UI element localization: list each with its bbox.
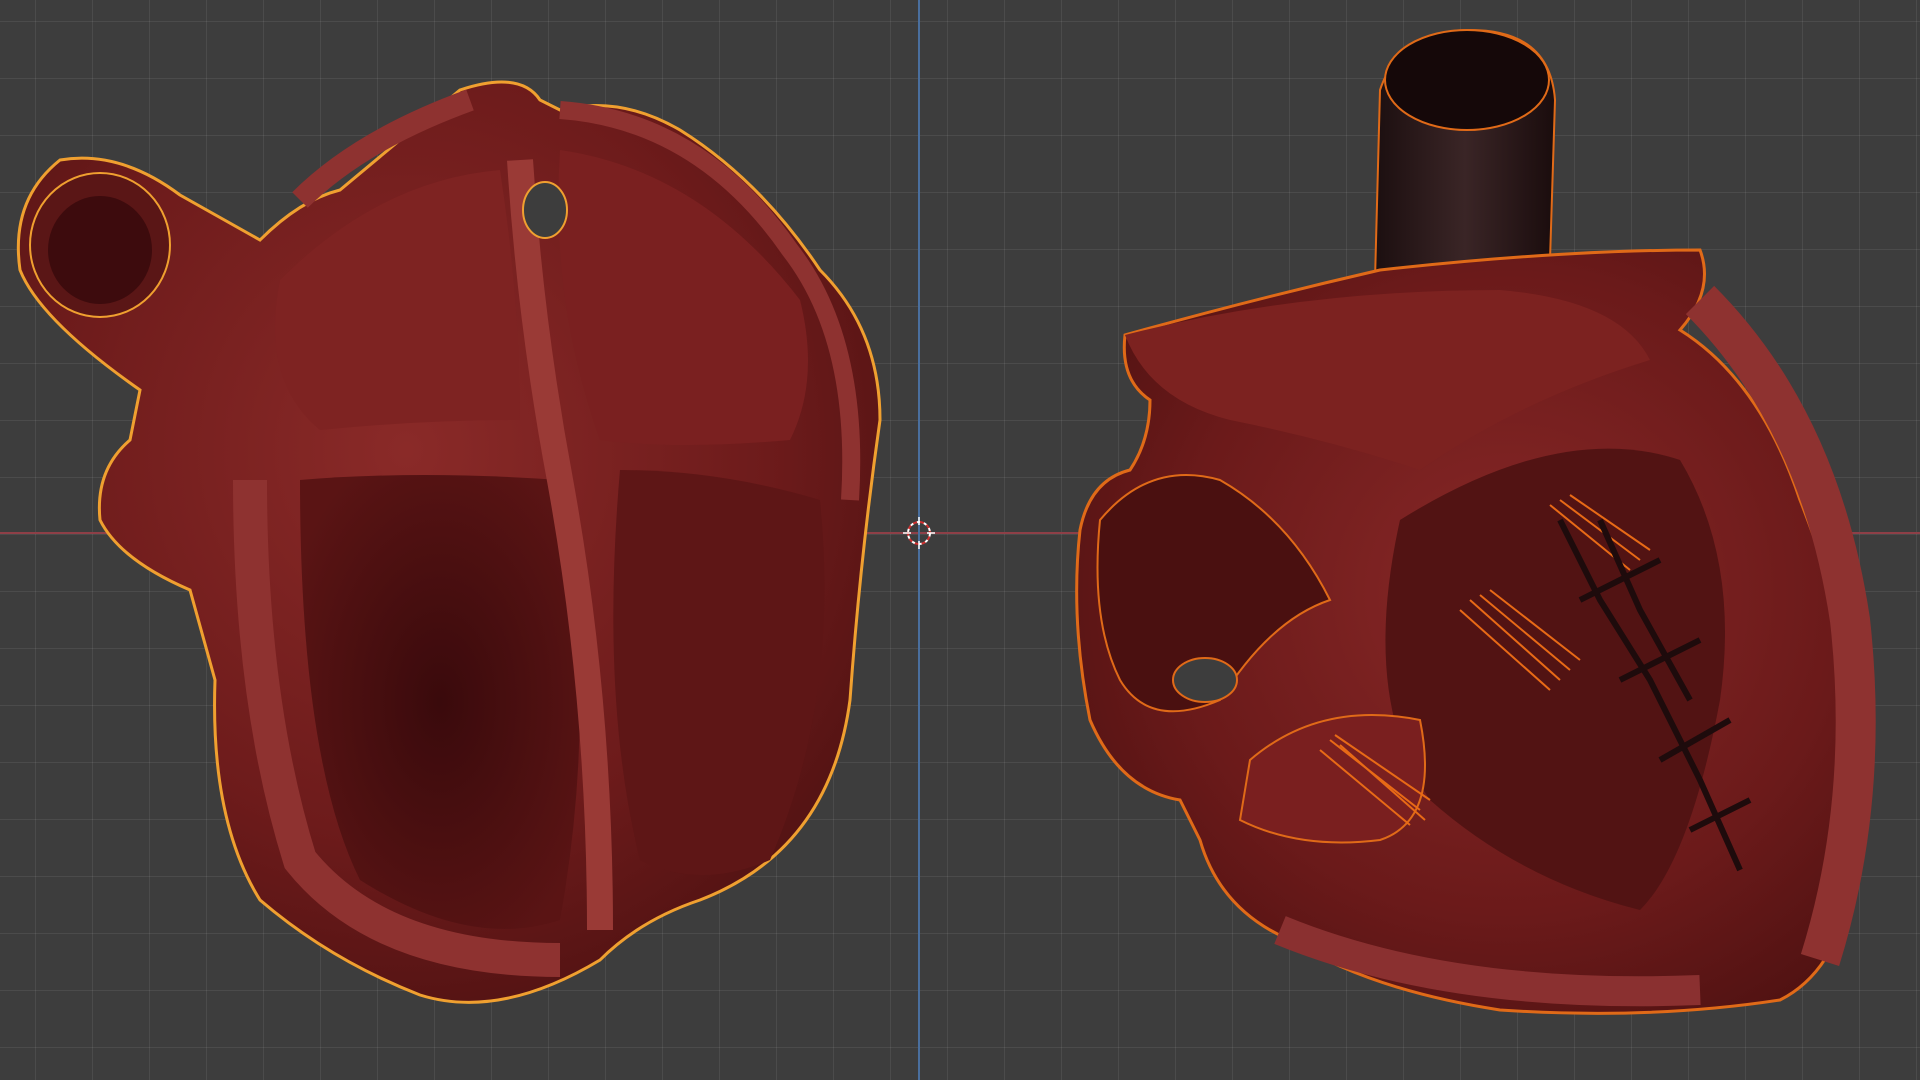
- heart-right-section[interactable]: [0, 0, 1920, 1080]
- vessel-hole: [1172, 657, 1238, 703]
- vena-cava-opening: [1384, 29, 1550, 131]
- 3d-viewport[interactable]: [0, 0, 1920, 1080]
- 3d-cursor-icon[interactable]: [903, 517, 935, 549]
